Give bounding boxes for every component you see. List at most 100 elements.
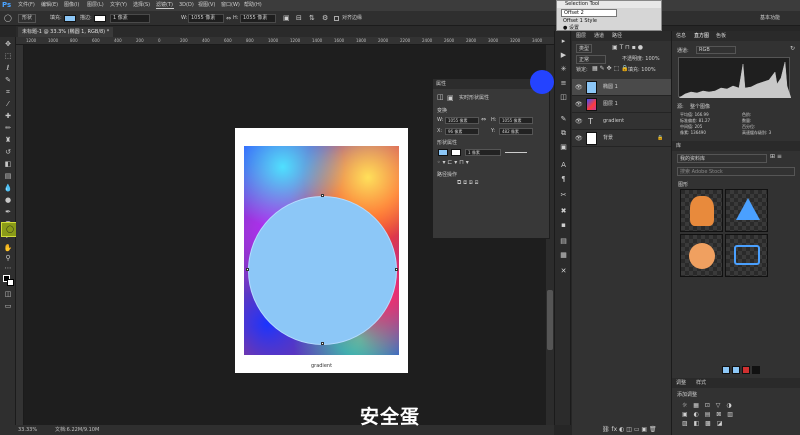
blend-mode-select[interactable]: 正常 xyxy=(576,55,606,64)
library-swatch[interactable] xyxy=(722,366,730,374)
crop-tool-icon[interactable]: ⌗ xyxy=(3,87,13,97)
info-icon[interactable]: ▪ xyxy=(559,221,568,229)
dodge-tool-icon[interactable]: ● xyxy=(3,195,13,205)
menu-item-filter[interactable]: 滤镜(T) xyxy=(156,0,173,11)
adjustment-icons[interactable]: ☼ ▦ ⊡ ▽ ◑ ▣ ◐ ▤ ⊠ ▥ ▨ ◧ ▩ ◪ xyxy=(682,401,735,428)
shape-properties-section[interactable]: 形状属性 xyxy=(437,139,457,146)
library-swatch[interactable] xyxy=(742,366,750,374)
layer-name[interactable]: 椭圆 1 xyxy=(603,79,618,96)
layer-filter-kind[interactable]: 类型 xyxy=(576,44,593,53)
layers-icon[interactable]: ◫ xyxy=(559,93,568,101)
menu-item-layer[interactable]: 图层(L) xyxy=(87,0,104,11)
height-field[interactable]: 1055 像素 xyxy=(240,14,276,23)
layer-name[interactable]: gradient xyxy=(603,113,624,130)
stroke-type-select[interactable] xyxy=(156,8,174,9)
layer-row[interactable]: 👁 椭圆 1 xyxy=(572,79,671,96)
properties-width-field[interactable]: 1055 像素 xyxy=(445,117,479,124)
library-asset[interactable] xyxy=(725,234,768,277)
menu-item-help[interactable]: 帮助(H) xyxy=(244,0,262,11)
stroke-style-select[interactable] xyxy=(505,152,527,153)
properties-x-field[interactable]: 96 像素 xyxy=(445,128,479,135)
properties-height-field[interactable]: 1055 像素 xyxy=(499,117,533,124)
brush-presets-icon[interactable]: ✎ xyxy=(559,115,568,123)
screen-mode-icon[interactable]: ▭ xyxy=(3,301,13,311)
document-info[interactable]: 文档:6.22M/9.10M xyxy=(55,425,99,435)
gradient-tool-icon[interactable]: ▤ xyxy=(3,171,13,181)
opacity-field[interactable]: 不透明度: 100% xyxy=(622,55,660,62)
properties-icon[interactable]: ≡ xyxy=(559,79,568,87)
properties-y-field[interactable]: 482 像素 xyxy=(499,128,533,135)
tab-styles[interactable]: 样式 xyxy=(696,378,706,388)
eye-icon[interactable]: 👁 xyxy=(575,130,583,147)
layer-actions-icons[interactable]: ⛓ fx ◐ ◫ ▭ ▣ 🗑 xyxy=(602,426,657,433)
glyphs-icon[interactable]: ✂ xyxy=(559,191,568,199)
path-align-icon[interactable]: ⊟ xyxy=(296,11,302,26)
clone-stamp-tool-icon[interactable]: ♜ xyxy=(3,135,13,145)
document-tab[interactable]: 未标题-1 @ 33.3% (椭圆 1, RGB/8) * xyxy=(18,27,114,37)
zoom-level[interactable]: 33.33% xyxy=(18,425,37,435)
transform-handle-left[interactable] xyxy=(246,268,249,271)
menu-item-window[interactable]: 窗口(W) xyxy=(221,0,240,11)
library-swatch[interactable] xyxy=(752,366,760,374)
clone-source-icon[interactable]: ⧉ xyxy=(559,129,568,138)
path-operations-icon[interactable]: ▣ xyxy=(283,11,290,26)
eye-icon[interactable]: 👁 xyxy=(575,79,583,96)
refresh-icon[interactable]: ↻ xyxy=(790,45,795,52)
eraser-tool-icon[interactable]: ◧ xyxy=(3,159,13,169)
move-tool-icon[interactable]: ✥ xyxy=(3,39,13,49)
menu-item-3d[interactable]: 3D(D) xyxy=(179,0,194,11)
link-icon[interactable]: ⇔ xyxy=(226,11,231,26)
layer-row[interactable]: 👁 T gradient xyxy=(572,113,671,130)
healing-brush-tool-icon[interactable]: ✚ xyxy=(3,111,13,121)
layer-name[interactable]: 背景 xyxy=(603,130,613,147)
stroke-width-field[interactable]: 1 像素 xyxy=(110,14,150,23)
layer-row[interactable]: 👁 背景 🔒 xyxy=(572,130,671,147)
fill-field[interactable]: 填充: 100% xyxy=(628,66,656,73)
transform-handle-right[interactable] xyxy=(395,268,398,271)
eye-icon[interactable]: 👁 xyxy=(575,113,583,130)
background-color-swatch[interactable] xyxy=(7,279,14,286)
tab-adjustments[interactable]: 调整 xyxy=(676,378,686,388)
path-arrange-icon[interactable]: ⇅ xyxy=(309,11,315,26)
align-edges-checkbox[interactable] xyxy=(334,16,339,21)
quick-select-tool-icon[interactable]: ✎ xyxy=(3,75,13,85)
properties-fill-swatch[interactable] xyxy=(438,149,448,156)
actions-icon[interactable]: ▶ xyxy=(559,51,568,59)
library-grid-icon[interactable]: ⊞ ≡ xyxy=(770,153,782,160)
ellipse-shape[interactable] xyxy=(248,196,397,345)
tab-histogram[interactable]: 直方图 xyxy=(694,31,709,41)
tool-mode-select[interactable]: 形状 xyxy=(18,14,37,23)
path-operations-section[interactable]: 路径操作 xyxy=(437,171,457,178)
selection-tool-offset-2[interactable]: Offset 2 xyxy=(561,9,617,17)
lasso-tool-icon[interactable]: ℓ xyxy=(3,63,13,73)
link-icon[interactable]: ⇔ xyxy=(481,116,486,123)
quick-mask-icon[interactable]: ◫ xyxy=(3,289,13,299)
layer-name[interactable]: 图层 1 xyxy=(603,96,618,113)
width-field[interactable]: 1055 像素 xyxy=(188,14,224,23)
eyedropper-tool-icon[interactable]: ⁄ xyxy=(3,99,13,109)
adjust-icon[interactable]: ✳ xyxy=(559,65,568,73)
library-asset[interactable] xyxy=(680,189,723,232)
layer-row[interactable]: 👁 图层 1 xyxy=(572,96,671,113)
library-asset[interactable] xyxy=(725,189,768,232)
tab-swatches[interactable]: 色板 xyxy=(716,31,726,41)
library-search-input[interactable]: 搜索 Adobe Stock xyxy=(677,167,795,176)
tab-paths[interactable]: 路径 xyxy=(612,31,622,41)
menu-item-edit[interactable]: 编辑(E) xyxy=(41,0,58,11)
path-combine-icons[interactable]: ⧉ ⧈ ⧇ ⧆ xyxy=(457,179,478,187)
character-icon[interactable]: A xyxy=(559,161,568,169)
marquee-tool-icon[interactable]: ⬚ xyxy=(3,51,13,61)
hand-tool-icon[interactable]: ✋ xyxy=(3,243,13,253)
source-select[interactable]: 整个图像 xyxy=(690,103,710,110)
stroke-align-icon[interactable]: ◦ ▾ ⊏ ▾ ⊓ ▾ xyxy=(437,159,469,166)
library-select[interactable]: 我的资料库 xyxy=(677,154,767,163)
menu-item-image[interactable]: 图像(I) xyxy=(64,0,79,11)
timeline-icon[interactable]: ▤ xyxy=(559,237,568,245)
properties-stroke-swatch[interactable] xyxy=(451,149,461,156)
tab-layers[interactable]: 图层 xyxy=(576,31,586,41)
layer-filter-icons[interactable]: ▣ T ⊓ ▪ ● xyxy=(612,44,643,51)
transform-section[interactable]: 变换 xyxy=(437,107,447,114)
library-swatch[interactable] xyxy=(732,366,740,374)
menu-item-file[interactable]: 文件(F) xyxy=(18,0,35,11)
tab-info[interactable]: 信息 xyxy=(676,31,686,41)
